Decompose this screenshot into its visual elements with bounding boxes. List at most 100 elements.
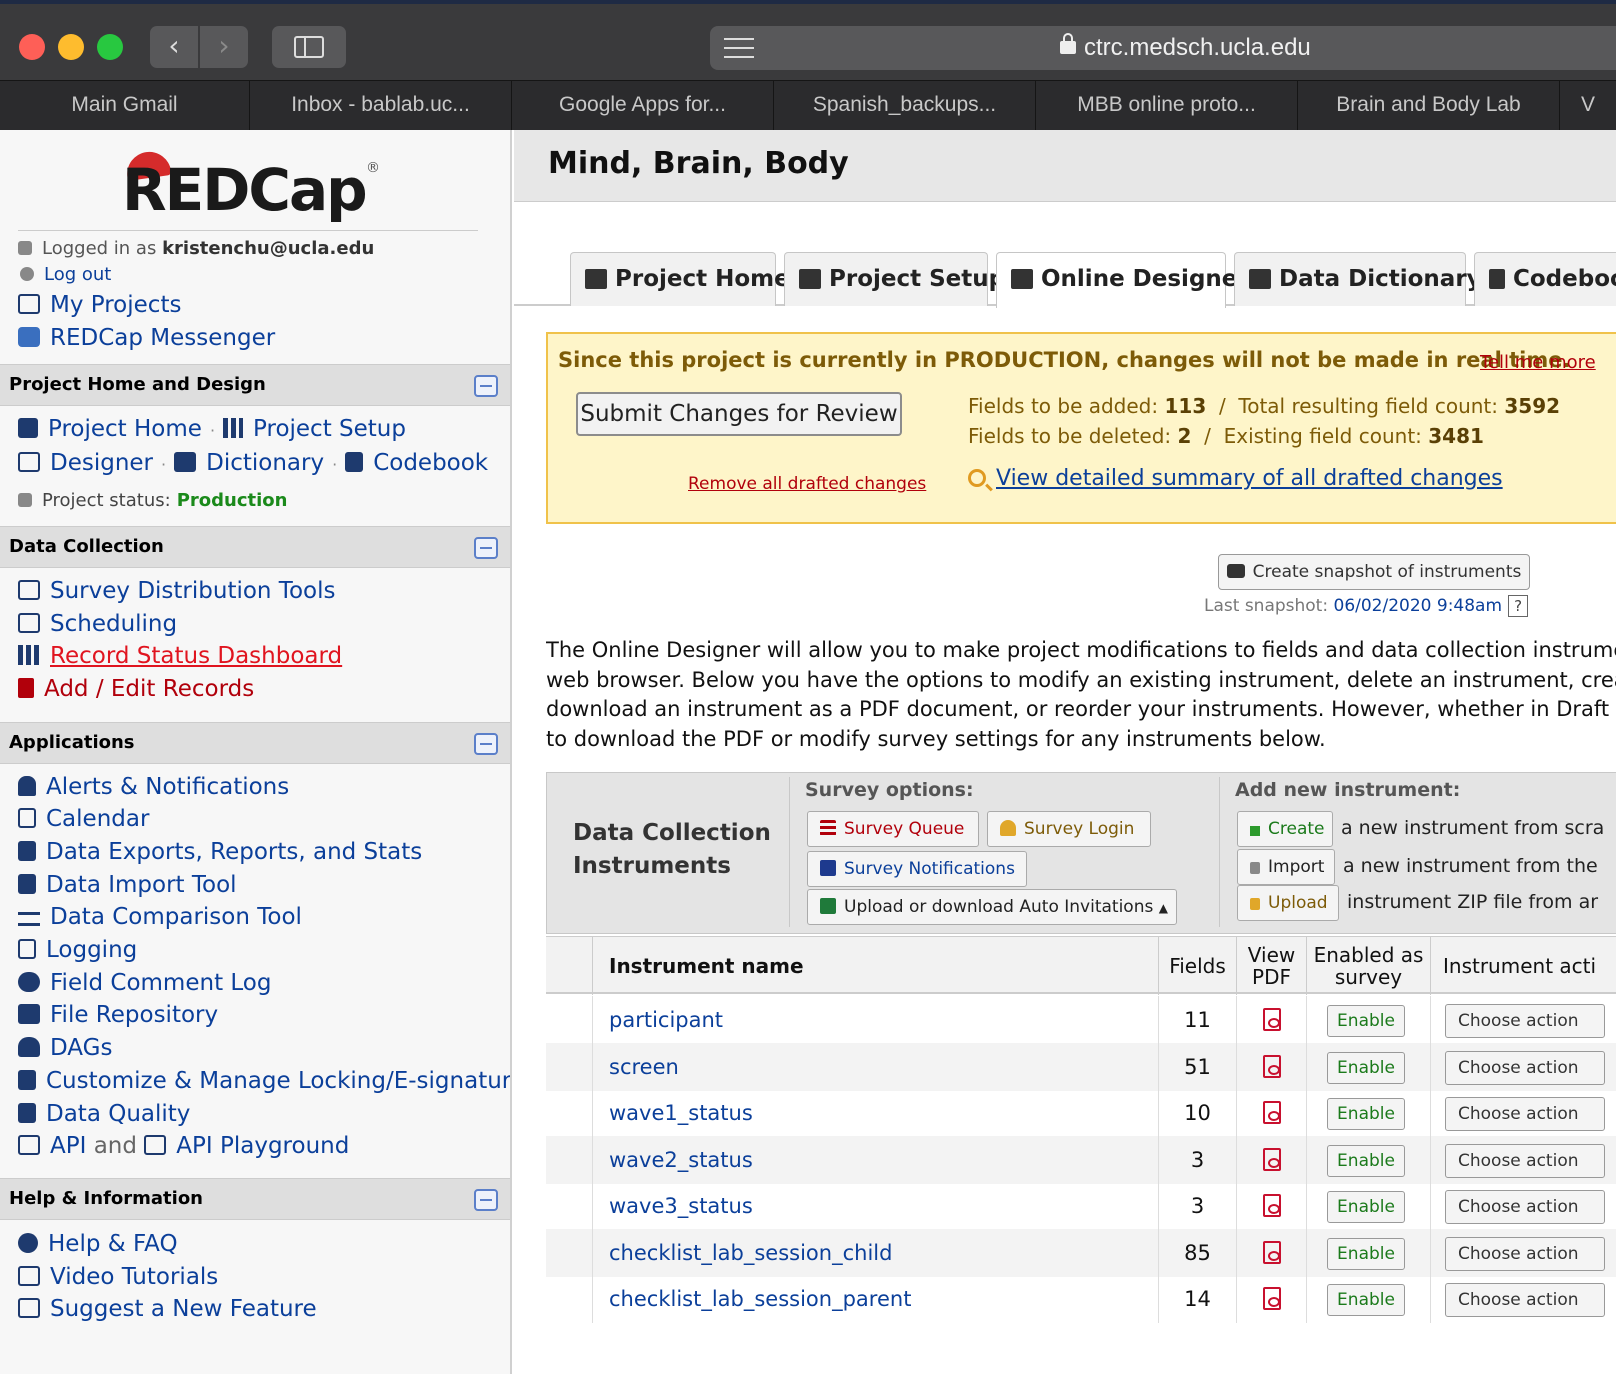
import-instrument-button[interactable]: Import — [1237, 849, 1335, 885]
field-count: 85 — [1158, 1228, 1236, 1277]
sidebar-file-repository[interactable]: File Repository — [18, 1002, 218, 1028]
address-bar[interactable]: ctrc.medsch.ucla.edu — [710, 26, 1616, 70]
sidebar-locking[interactable]: Customize & Manage Locking/E-signatures — [18, 1068, 510, 1094]
tab-project-setup[interactable]: Project Setup — [784, 252, 1005, 306]
pdf-icon[interactable] — [1263, 1194, 1281, 1217]
tab-codebook[interactable]: Codeboo — [1474, 252, 1616, 306]
instrument-name-link[interactable]: wave3_status — [592, 1182, 1158, 1230]
sidebar-dictionary[interactable]: Dictionary — [174, 450, 324, 476]
sidebar-alerts[interactable]: Alerts & Notifications — [18, 774, 289, 800]
minimize-window-button[interactable] — [58, 34, 84, 60]
instrument-name-link[interactable]: checklist_lab_session_parent — [592, 1275, 1158, 1323]
sidebar-project-setup[interactable]: Project Setup — [223, 416, 406, 442]
instrument-name-link[interactable]: wave1_status — [592, 1089, 1158, 1137]
redcap-logo[interactable]: REDCap ® — [122, 148, 382, 228]
close-window-button[interactable] — [19, 34, 45, 60]
collapse-icon[interactable] — [474, 375, 498, 397]
help-button[interactable]: ? — [1508, 595, 1529, 617]
survey-queue-button[interactable]: Survey Queue — [807, 811, 979, 847]
create-instrument-button[interactable]: Create — [1237, 811, 1333, 847]
sidebar-calendar[interactable]: Calendar — [18, 806, 149, 832]
bookmark-inbox[interactable]: Inbox - bablab.uc... — [250, 81, 512, 131]
bookmark-overflow[interactable]: V — [1560, 81, 1616, 131]
back-button[interactable]: ‹ — [150, 26, 198, 68]
instrument-name-link[interactable]: screen — [592, 1042, 1158, 1091]
sidebar-data-comparison[interactable]: Data Comparison Tool — [18, 904, 302, 930]
sidebar-api-playground[interactable]: API Playground — [144, 1133, 349, 1159]
submit-changes-button[interactable]: Submit Changes for Review — [576, 392, 902, 436]
view-summary-link[interactable]: View detailed summary of all drafted cha… — [968, 466, 1503, 491]
instrument-name-link[interactable]: checklist_lab_session_child — [592, 1228, 1158, 1277]
enable-survey-button[interactable]: Enable — [1327, 1237, 1405, 1270]
choose-action-button[interactable]: Choose action — [1445, 1236, 1605, 1271]
sidebar-data-exports[interactable]: Data Exports, Reports, and Stats — [18, 839, 422, 865]
enable-survey-button[interactable]: Enable — [1327, 1098, 1405, 1130]
sidebar-designer[interactable]: Designer — [18, 450, 153, 476]
upload-instrument-button[interactable]: Upload — [1237, 885, 1339, 921]
sidebar-field-comment-log[interactable]: Field Comment Log — [18, 970, 271, 996]
pdf-icon[interactable] — [1263, 1008, 1281, 1031]
pdf-icon[interactable] — [1263, 1240, 1281, 1264]
maximize-window-button[interactable] — [97, 34, 123, 60]
sidebar-logging[interactable]: Logging — [18, 937, 137, 963]
tab-data-dictionary[interactable]: Data Dictionary — [1234, 252, 1482, 306]
section-header-applications: Applications — [0, 722, 510, 764]
choose-action-button[interactable]: Choose action — [1445, 1283, 1605, 1317]
pdf-icon[interactable] — [1263, 1287, 1281, 1310]
instrument-name-link[interactable]: wave2_status — [592, 1135, 1158, 1184]
sidebar-codebook[interactable]: Codebook — [345, 450, 488, 476]
sidebar-record-status-dashboard[interactable]: Record Status Dashboard — [18, 643, 342, 669]
bookmark-brain-body-lab[interactable]: Brain and Body Lab — [1298, 81, 1560, 131]
my-projects-link[interactable]: My Projects — [18, 292, 181, 318]
sidebar-project-home[interactable]: Project Home — [18, 416, 202, 442]
file-icon — [18, 678, 34, 698]
enable-survey-button[interactable]: Enable — [1327, 1051, 1405, 1084]
choose-action-button[interactable]: Choose action — [1445, 1097, 1605, 1131]
tell-me-more-link[interactable]: Tell me more — [1480, 352, 1596, 373]
auto-invitations-dropdown[interactable]: Upload or download Auto Invitations ▲ — [807, 889, 1177, 925]
sidebar-survey-distribution[interactable]: Survey Distribution Tools — [18, 578, 335, 604]
sidebar-scheduling[interactable]: Scheduling — [18, 611, 177, 637]
choose-action-button[interactable]: Choose action — [1445, 1050, 1605, 1085]
forward-button[interactable]: › — [200, 26, 248, 68]
pdf-icon[interactable] — [1263, 1147, 1281, 1171]
sidebar-data-import[interactable]: Data Import Tool — [18, 872, 237, 898]
table-row: checklist_lab_session_parent 14 Enable Choo… — [546, 1275, 1616, 1323]
enable-survey-button[interactable]: Enable — [1327, 1005, 1405, 1037]
sidebar-api[interactable]: API — [18, 1133, 86, 1159]
choose-action-button[interactable]: Choose action — [1445, 1143, 1605, 1178]
sidebar-data-quality[interactable]: Data Quality — [18, 1101, 190, 1127]
enable-survey-button[interactable]: Enable — [1327, 1284, 1405, 1316]
bookmark-mbb-online[interactable]: MBB online proto... — [1036, 81, 1298, 131]
tab-project-home[interactable]: Project Home — [570, 252, 790, 306]
pdf-icon[interactable] — [1263, 1101, 1281, 1124]
logout-link[interactable]: Log out — [20, 264, 111, 285]
sidebar-suggest-feature[interactable]: Suggest a New Feature — [18, 1296, 317, 1322]
section-header-collection: Data Collection — [0, 526, 510, 568]
messenger-link[interactable]: REDCap Messenger — [18, 325, 275, 351]
create-snapshot-button[interactable]: Create snapshot of instruments — [1218, 554, 1530, 590]
enable-survey-button[interactable]: Enable — [1327, 1144, 1405, 1177]
bookmark-main-gmail[interactable]: Main Gmail — [0, 81, 250, 131]
sidebar-add-edit-records[interactable]: Add / Edit Records — [18, 676, 254, 702]
choose-action-button[interactable]: Choose action — [1445, 1190, 1605, 1224]
sidebar-video-tutorials[interactable]: Video Tutorials — [18, 1264, 218, 1290]
survey-login-button[interactable]: Survey Login — [987, 811, 1151, 847]
collapse-icon[interactable] — [474, 537, 498, 559]
remove-drafted-changes-link[interactable]: Remove all drafted changes — [688, 474, 926, 494]
instrument-name-link[interactable]: participant — [592, 996, 1158, 1044]
sidebar-toggle-button[interactable] — [272, 26, 346, 68]
bookmark-google-apps[interactable]: Google Apps for... — [512, 81, 774, 131]
pdf-icon[interactable] — [1263, 1054, 1281, 1078]
survey-distribution-icon — [18, 580, 40, 600]
enable-survey-button[interactable]: Enable — [1327, 1191, 1405, 1223]
survey-notifications-button[interactable]: Survey Notifications — [807, 851, 1027, 887]
sidebar-dags[interactable]: DAGs — [18, 1035, 112, 1061]
tab-online-designer[interactable]: Online Designer — [996, 252, 1249, 308]
sidebar-help-faq[interactable]: Help & FAQ — [18, 1231, 178, 1257]
collapse-icon[interactable] — [474, 1189, 498, 1211]
choose-action-button[interactable]: Choose action — [1445, 1004, 1605, 1038]
reader-mode-icon[interactable] — [724, 38, 754, 58]
bookmark-spanish-backups[interactable]: Spanish_backups... — [774, 81, 1036, 131]
collapse-icon[interactable] — [474, 733, 498, 755]
